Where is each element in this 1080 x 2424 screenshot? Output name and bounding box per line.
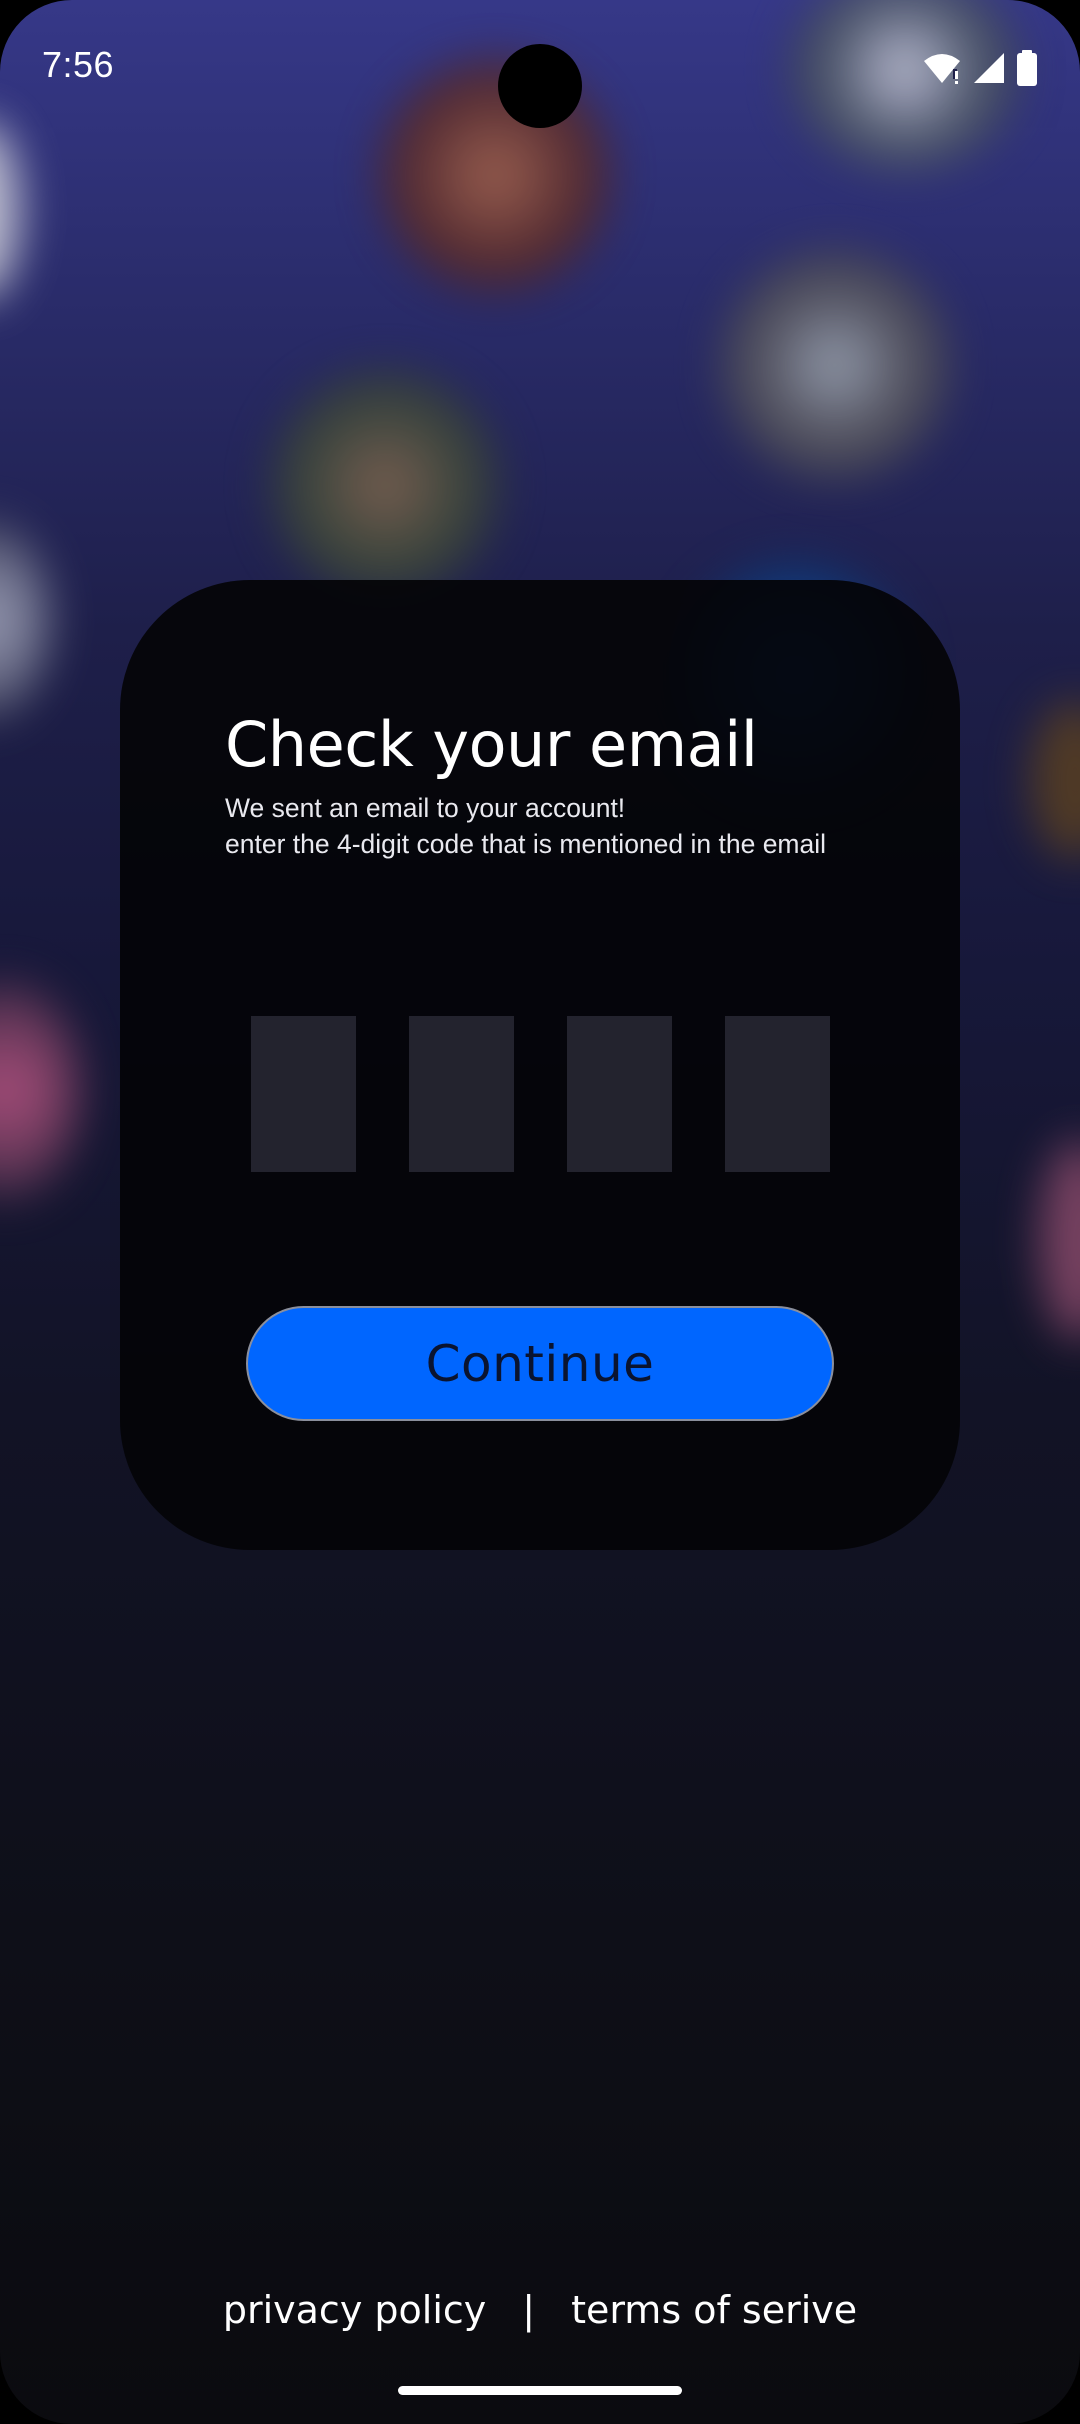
instruction-line-1: We sent an email to your account!	[225, 793, 626, 823]
app-screen: 7:56 Check your email We sent an email t…	[0, 0, 1080, 2424]
footer-links: privacy policy | terms of serive	[0, 2288, 1080, 2332]
status-icons	[922, 50, 1038, 91]
signal-icon	[972, 51, 1006, 90]
camera-cutout	[498, 44, 582, 128]
footer-separator: |	[522, 2288, 536, 2332]
privacy-policy-link[interactable]: privacy policy	[223, 2288, 486, 2332]
status-bar: 7:56	[0, 0, 1080, 140]
background-avatar	[270, 370, 500, 600]
background-avatar	[0, 980, 80, 1200]
terms-of-service-link[interactable]: terms of serive	[571, 2288, 857, 2332]
code-digit-4[interactable]	[725, 1016, 830, 1172]
background-avatar	[720, 250, 950, 480]
instruction-line-2: enter the 4-digit code that is mentioned…	[225, 829, 827, 859]
background-avatar	[1040, 1140, 1080, 1340]
status-time: 7:56	[42, 44, 115, 85]
code-input-group	[251, 1016, 830, 1172]
background-avatar	[0, 520, 50, 720]
home-indicator[interactable]	[398, 2386, 682, 2395]
wifi-icon	[922, 51, 962, 90]
battery-icon	[1016, 50, 1038, 91]
continue-button[interactable]: Continue	[246, 1306, 834, 1421]
instruction-text: We sent an email to your account! enter …	[225, 790, 826, 862]
verification-card: Check your email We sent an email to you…	[120, 580, 960, 1550]
code-digit-2[interactable]	[409, 1016, 514, 1172]
code-digit-1[interactable]	[251, 1016, 356, 1172]
code-digit-3[interactable]	[567, 1016, 672, 1172]
background-avatar	[1030, 700, 1080, 860]
page-title: Check your email	[225, 708, 758, 781]
background-avatar	[0, 120, 20, 300]
